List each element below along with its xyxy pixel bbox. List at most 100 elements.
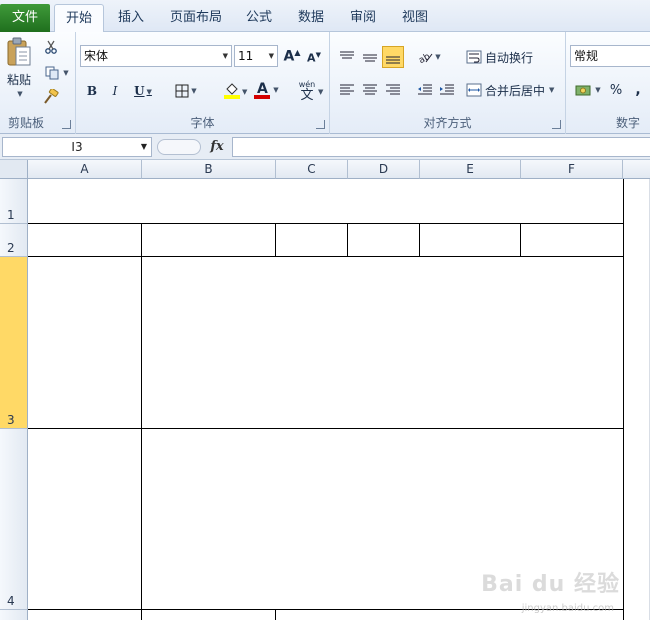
name-box[interactable]: I3 ▼ [2,137,152,157]
chevron-down-icon: ▼ [17,89,23,98]
paste-icon [7,37,31,65]
row-header-5[interactable] [0,610,28,620]
alignment-dialog-launcher[interactable] [552,120,561,129]
align-middle-button[interactable] [359,46,381,68]
percent-label: % [609,82,623,98]
align-right-button[interactable] [382,79,404,101]
merge-center-icon [466,83,482,97]
shrink-font-button[interactable]: A▼ [304,48,324,68]
tab-data[interactable]: 数据 [288,4,334,32]
column-header-c[interactable]: C [276,160,348,179]
formula-input[interactable] [232,137,650,157]
chevron-down-icon: ▼ [63,69,69,77]
align-left-button[interactable] [336,79,358,101]
number-group: 常规 ▼ % , 数字 [566,32,650,134]
wrap-text-label: 自动换行 [485,50,534,65]
paste-button[interactable]: 粘贴 ▼ [3,36,35,98]
column-header-f[interactable]: F [521,160,623,179]
tab-view[interactable]: 视图 [392,4,438,32]
chevron-down-icon: ▼ [140,142,147,151]
number-format-value: 常规 [574,49,599,63]
column-header-a[interactable]: A [28,160,142,179]
name-box-value: I3 [71,140,83,154]
scissors-icon [45,40,57,54]
align-center-icon [363,84,377,95]
wrap-text-button[interactable]: 自动换行 [466,46,562,68]
decrease-indent-button[interactable] [414,79,436,101]
font-color-button[interactable]: A ▼ [250,78,282,102]
row-header-4[interactable]: 4 [0,429,28,610]
font-size-value: 11 [238,49,254,63]
font-size-combo[interactable]: 11 ▼ [234,45,278,67]
orientation-button[interactable]: ab ▼ [414,46,444,68]
tab-review[interactable]: 审阅 [340,4,386,32]
fill-bucket-icon [224,83,240,99]
chevron-down-icon: ▼ [435,53,441,61]
row-header-2[interactable]: 2 [0,224,28,257]
grow-font-button[interactable]: A▲ [282,46,302,66]
fx-icon: fx [210,139,224,154]
chevron-down-icon: ▼ [191,87,197,95]
tab-formulas[interactable]: 公式 [236,4,282,32]
italic-icon: I [112,84,118,98]
underline-button[interactable]: U ▼ [128,80,158,102]
comma-button[interactable]: , [630,79,646,101]
align-right-icon [386,84,400,95]
select-all-corner[interactable] [0,160,28,179]
increase-indent-icon [440,84,454,95]
merge-center-button[interactable]: 合并后居中 ▼ [466,79,562,101]
clipboard-dialog-launcher[interactable] [62,120,71,129]
borders-icon [175,84,189,98]
align-middle-icon [363,54,377,62]
brush-icon [44,89,59,104]
increase-indent-button[interactable] [436,79,458,101]
tab-home[interactable]: 开始 [54,4,104,33]
tab-insert[interactable]: 插入 [108,4,154,32]
borders-button[interactable]: ▼ [170,80,202,102]
chevron-down-icon: ▼ [146,86,152,96]
align-center-button[interactable] [359,79,381,101]
worksheet-grid[interactable]: A B C D E F 1 2 3 4 Bai du 经验 jingyan.ba… [0,160,650,620]
align-bottom-button[interactable] [382,46,404,68]
cut-button[interactable] [42,38,60,56]
column-header-d[interactable]: D [348,160,420,179]
chevron-down-icon: ▼ [242,88,248,96]
row-number: 2 [7,241,15,255]
row-number: 3 [7,413,15,427]
ribbon-tab-bar: 文件 开始 插入 页面布局 公式 数据 审阅 视图 [0,0,650,33]
tab-page-layout[interactable]: 页面布局 [160,4,232,32]
comma-label: , [635,82,641,98]
phonetic-glyph: 文 [300,87,314,103]
column-header-e[interactable]: E [420,160,521,179]
merge-center-label: 合并后居中 [485,83,546,98]
column-header-g[interactable] [623,160,650,179]
table-border [28,256,624,257]
format-painter-button[interactable] [42,88,60,106]
accounting-format-button[interactable]: ▼ [572,79,604,101]
percent-button[interactable]: % [606,79,626,101]
bold-button[interactable]: B [82,80,102,102]
currency-icon [575,85,591,96]
copy-button[interactable]: ▼ [42,64,72,82]
font-group-label: 字体 [190,116,215,130]
row-header-1[interactable]: 1 [0,179,28,224]
font-name-combo[interactable]: 宋体 ▼ [80,45,232,67]
table-border [28,428,624,429]
font-dialog-launcher[interactable] [316,120,325,129]
row-header-3[interactable]: 3 [0,257,28,429]
paste-label: 粘贴 [6,72,31,87]
number-format-combo[interactable]: 常规 [570,45,650,67]
insert-function-button[interactable]: fx [205,137,229,157]
align-left-icon [340,84,354,95]
chevron-down-icon: ▼ [595,86,601,94]
table-border [419,224,420,257]
formula-bar-resize-handle[interactable] [157,139,201,155]
decrease-font-icon: A▼ [307,51,321,65]
align-top-button[interactable] [336,46,358,68]
file-tab[interactable]: 文件 [0,4,50,32]
table-border [141,224,142,620]
align-top-icon [340,51,354,59]
column-header-b[interactable]: B [142,160,276,179]
italic-button[interactable]: I [105,80,125,102]
chevron-down-icon: ▼ [318,88,324,96]
